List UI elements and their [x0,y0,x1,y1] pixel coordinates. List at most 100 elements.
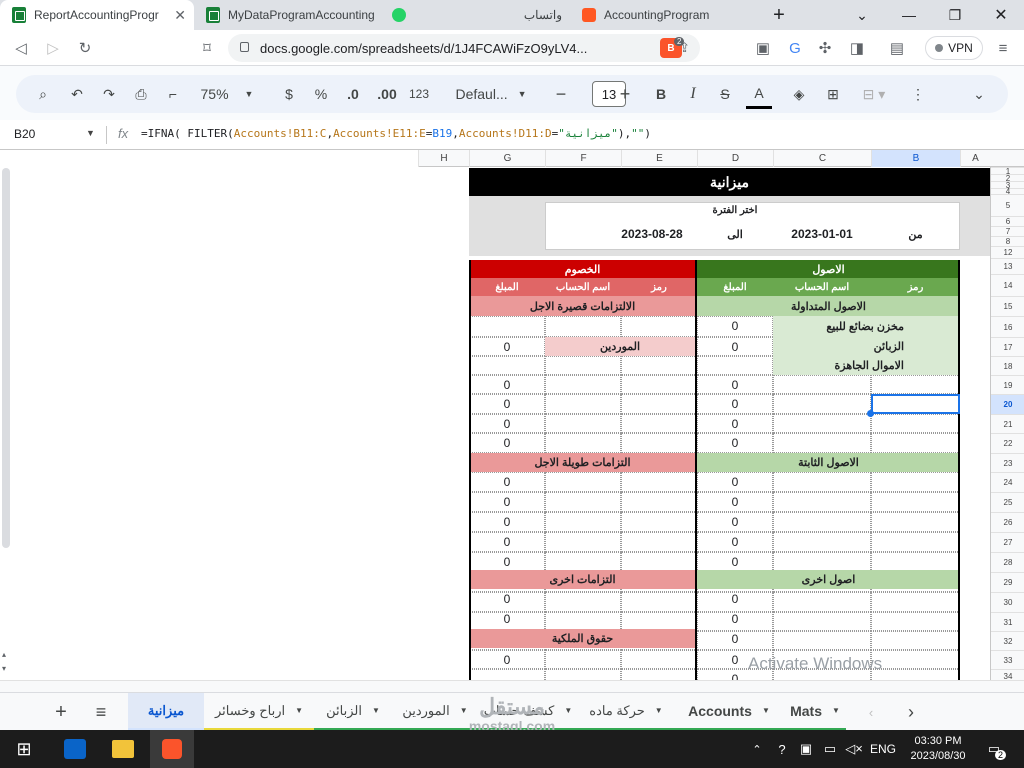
strikethrough-button[interactable]: S [712,75,738,113]
sheet-cell[interactable] [871,472,960,492]
sheet-cell[interactable] [545,316,621,337]
percent-format-button[interactable]: % [308,75,334,113]
fill-color-icon[interactable]: ◈ [786,75,812,113]
sheet-cell[interactable] [773,512,871,532]
sheet-cell[interactable] [773,433,871,453]
row-header[interactable]: 32 [991,631,1024,650]
sheet-tab[interactable]: الزبائن ▼ [314,693,392,731]
row-header[interactable]: 13 [991,258,1024,274]
amount-cell[interactable]: 0 [697,512,773,531]
sheet-cell[interactable] [871,414,960,433]
amount-cell[interactable]: 0 [697,375,773,394]
sheet-cell[interactable] [545,532,621,552]
column-header[interactable]: E [621,150,697,167]
font-size-decrease-button[interactable]: − [550,75,572,113]
row-header[interactable]: 19 [991,375,1024,394]
sheet-cell[interactable] [871,492,960,512]
collapse-toolbar-icon[interactable]: ⌄ [968,75,990,113]
scroll-tabs-right-icon[interactable]: › [898,693,924,731]
amount-cell[interactable]: 0 [469,394,545,413]
row-header[interactable]: 17 [991,337,1024,356]
row-header[interactable]: 8 [991,236,1024,246]
sheet-cell[interactable] [545,356,621,375]
bold-button[interactable]: B [648,75,674,113]
tray-chevron-icon[interactable]: ⌃ [746,730,768,768]
chevron-down-icon[interactable]: ▼ [372,706,380,715]
chevron-down-icon[interactable]: ▼ [762,706,770,715]
column-header[interactable]: F [545,150,621,167]
redo-icon[interactable]: ↷ [96,75,122,113]
sheet-tab[interactable]: ارباح وخسائر ▼ [204,693,314,731]
sheet-cell[interactable] [621,492,697,512]
sheet-cell[interactable] [773,592,871,612]
row-header[interactable]: 23 [991,453,1024,472]
amount-cell[interactable]: 0 [697,492,773,511]
amount-cell[interactable]: 0 [697,433,773,452]
screen-icon[interactable]: ▣ [796,730,816,768]
row-header[interactable]: 14 [991,274,1024,296]
row-header[interactable]: 15 [991,296,1024,316]
column-header[interactable]: H [418,150,469,167]
translate-icon[interactable]: G [784,37,806,59]
sheet-cell[interactable] [621,512,697,532]
sheet-cell[interactable] [621,316,697,337]
sheet-cell[interactable] [773,612,871,631]
selected-cell[interactable] [871,394,960,414]
spreadsheet-grid[interactable]: ▴ ▾ HGFEDCBA 1 2 3 4 5 6 7 8 12 13 14 15 16 17 18 19 20 2… [0,150,1024,694]
sheet-cell[interactable] [621,650,697,669]
sheet-cell[interactable] [871,512,960,532]
chevron-down-icon[interactable]: ▼ [832,706,840,715]
name-box-dropdown-icon[interactable]: ▼ [86,128,95,138]
minimize-button[interactable]: — [886,0,932,30]
fill-handle[interactable] [867,410,874,417]
amount-cell[interactable]: 0 [697,414,773,433]
number-format-button[interactable]: 123 [404,75,434,113]
sheet-cell[interactable] [621,472,697,492]
from-date[interactable]: 2023-01-01 [773,224,871,244]
amount-cell[interactable]: 0 [469,414,545,433]
scroll-down-icon[interactable]: ▾ [2,664,6,673]
row-header[interactable]: 30 [991,592,1024,612]
extension-icon[interactable]: ▣ [752,37,774,59]
font-size-increase-button[interactable]: + [614,75,636,113]
window-close-button[interactable]: ✕ [978,0,1024,30]
bookmark-icon[interactable]: ⌑ [196,37,218,59]
amount-cell[interactable]: 0 [469,589,545,608]
browser-tab-mydata[interactable]: MyDataProgramAccounting [194,0,380,30]
browser-tab-whatsapp[interactable]: واتساب [380,0,570,30]
url-field[interactable]: docs.google.com/spreadsheets/d/1J4FCAWiF… [228,34,700,62]
close-tab-icon[interactable]: ✕ [174,7,186,24]
sheet-cell[interactable] [871,592,960,612]
sheet-cell[interactable] [545,472,621,492]
column-header[interactable]: C [773,150,871,167]
sheet-cell[interactable] [621,394,697,414]
row-header[interactable]: 26 [991,512,1024,532]
amount-cell[interactable]: 0 [469,337,545,356]
forward-icon[interactable]: ▷ [42,37,64,59]
sheet-cell[interactable] [469,316,545,337]
sheet-cell[interactable] [621,592,697,612]
scroll-up-icon[interactable]: ▴ [2,650,6,659]
increase-decimal-button[interactable]: .00 [372,75,402,113]
browser-tab-report[interactable]: ReportAccountingProgr ✕ [0,0,194,30]
row-header[interactable]: 25 [991,492,1024,512]
volume-icon[interactable]: ◁× [844,730,864,768]
vertical-scrollbar[interactable] [2,168,10,548]
text-color-button[interactable]: A [746,79,772,109]
amount-cell[interactable]: 0 [469,552,545,571]
sheet-tab[interactable]: حركة ماده ▼ [578,693,674,731]
amount-cell[interactable]: 0 [697,337,773,356]
amount-cell[interactable]: 0 [697,552,773,571]
sheet-cell[interactable] [545,650,621,669]
brave-icon[interactable] [162,739,182,759]
row-header[interactable]: 12 [991,246,1024,258]
reload-icon[interactable]: ↻ [74,37,96,59]
sheet-cell[interactable] [545,433,621,453]
amount-cell[interactable]: 0 [469,650,545,669]
sheet-cell[interactable] [621,356,697,375]
language-indicator[interactable]: ENG [868,730,898,768]
row-header[interactable]: 6 [991,216,1024,226]
sheet-cell[interactable] [871,375,960,394]
network-icon[interactable]: ▭ [820,730,840,768]
column-header[interactable]: G [469,150,545,167]
